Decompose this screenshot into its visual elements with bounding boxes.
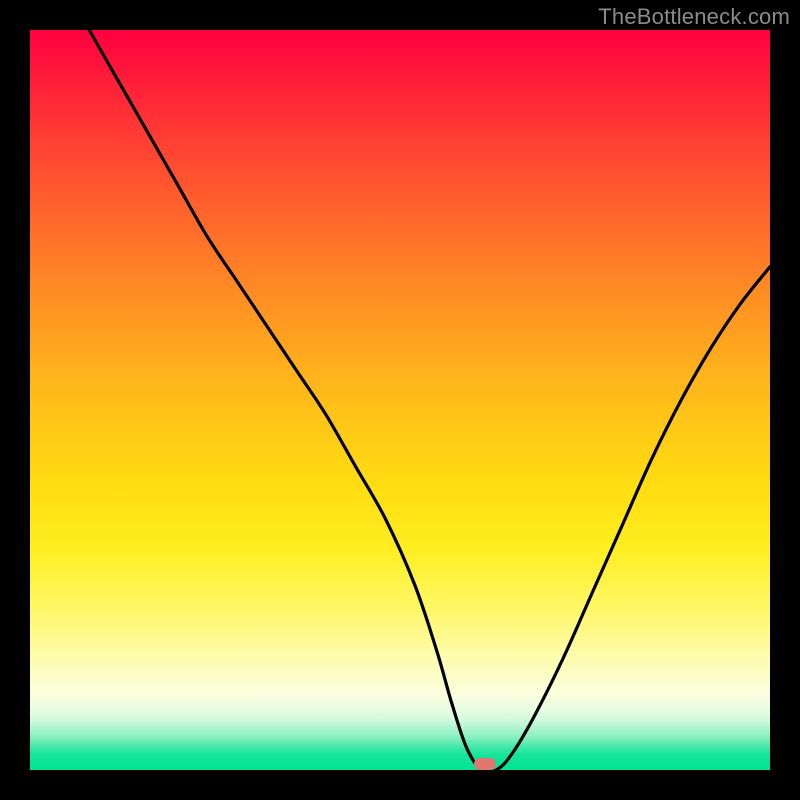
bottleneck-curve xyxy=(89,30,770,770)
chart-frame: TheBottleneck.com xyxy=(0,0,800,800)
plot-area xyxy=(30,30,770,770)
watermark-text: TheBottleneck.com xyxy=(598,4,790,30)
optimal-marker xyxy=(474,758,496,770)
curve-svg xyxy=(30,30,770,770)
